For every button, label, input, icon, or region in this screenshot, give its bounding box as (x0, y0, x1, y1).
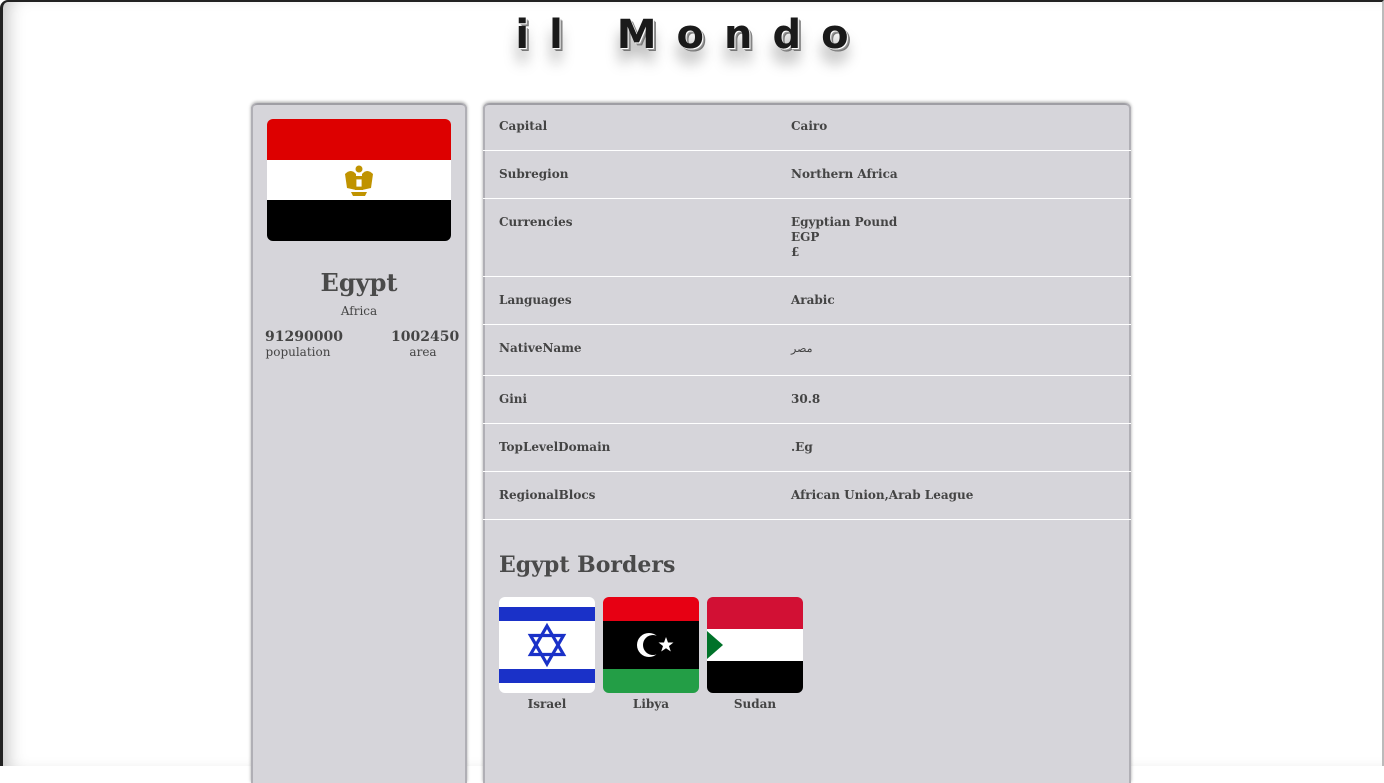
green-triangle-icon (707, 631, 723, 659)
border-country-name[interactable]: Libya (603, 697, 699, 711)
table-row: RegionalBlocs African Union,Arab League (483, 472, 1131, 520)
population-label: population (265, 345, 331, 359)
app-title: il Mondo (515, 12, 869, 58)
crescent-star-icon (637, 633, 674, 657)
border-country-libya[interactable]: Libya (603, 597, 699, 711)
value-line: مصر (791, 342, 813, 355)
border-country-israel[interactable]: Israel (499, 597, 595, 711)
country-region: Africa (340, 304, 378, 318)
value-line: 30.8 (791, 392, 821, 406)
border-country-name[interactable]: Sudan (707, 697, 803, 711)
row-key: TopLevelDomain (499, 440, 611, 454)
value-line: £ (791, 245, 800, 259)
row-key: Capital (499, 119, 548, 133)
row-key: Languages (499, 293, 572, 307)
row-value: Cairo (791, 103, 1131, 150)
row-key: NativeName (499, 341, 582, 355)
row-key: Currencies (499, 215, 573, 229)
value-line: .Eg (791, 440, 813, 454)
value-line: Northern Africa (791, 167, 898, 181)
value-line: Cairo (791, 119, 828, 133)
table-row: Languages Arabic (483, 277, 1131, 325)
row-key: Gini (499, 392, 528, 406)
table-row: Currencies Egyptian Pound EGP £ (483, 199, 1131, 277)
row-value: Northern Africa (791, 151, 1131, 198)
value-line: EGP (791, 230, 820, 244)
value-line: Arabic (791, 293, 835, 307)
details-table: Capital Cairo Subregion Northern Africa … (483, 103, 1131, 520)
row-value: .Eg (791, 424, 1131, 471)
row-value: Egyptian Pound EGP £ (791, 199, 1131, 276)
area-value: 1002450 (391, 329, 460, 345)
country-card: Egypt Africa 91290000 population 1002450… (251, 103, 467, 783)
star-of-david-icon (527, 622, 567, 668)
border-country-name[interactable]: Israel (499, 697, 595, 711)
country-name: Egypt (320, 268, 398, 297)
sudan-flag-icon[interactable] (707, 597, 803, 693)
table-row: TopLevelDomain .Eg (483, 424, 1131, 472)
area-label: area (409, 345, 437, 359)
row-value: مصر (791, 325, 1131, 375)
area-stat: 1002450 area (391, 329, 460, 359)
row-value: African Union,Arab League (791, 472, 1131, 519)
row-value: Arabic (791, 277, 1131, 324)
table-row: Gini 30.8 (483, 376, 1131, 424)
value-line: African Union,Arab League (791, 488, 974, 502)
eagle-of-saladin-icon (345, 165, 373, 196)
israel-flag-icon[interactable] (499, 597, 595, 693)
table-row: Capital Cairo (483, 103, 1131, 151)
population-value: 91290000 (265, 329, 343, 345)
population-stat: 91290000 population (265, 329, 343, 359)
value-line: Egyptian Pound (791, 215, 898, 229)
libya-flag-icon[interactable] (603, 597, 699, 693)
table-row: NativeName مصر (483, 325, 1131, 376)
row-key: RegionalBlocs (499, 488, 596, 502)
table-row: Subregion Northern Africa (483, 151, 1131, 199)
egypt-flag-icon (267, 119, 451, 241)
row-key: Subregion (499, 167, 569, 181)
border-country-sudan[interactable]: Sudan (707, 597, 803, 711)
borders-heading: Egypt Borders (499, 552, 676, 578)
row-value: 30.8 (791, 376, 1131, 423)
details-card: Capital Cairo Subregion Northern Africa … (483, 103, 1131, 783)
